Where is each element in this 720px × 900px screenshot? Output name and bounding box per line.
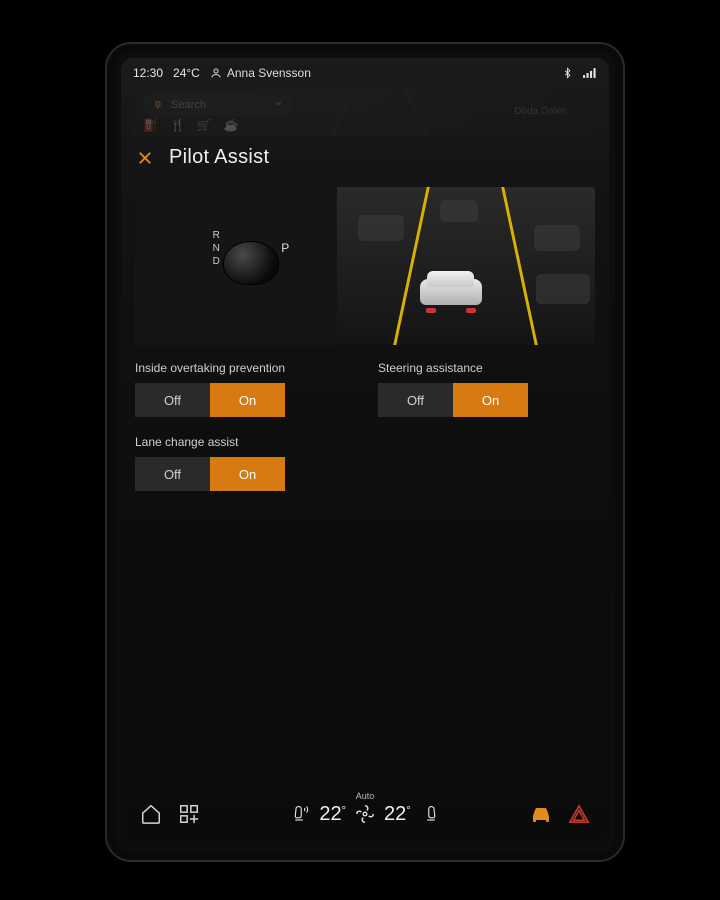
search-pill[interactable]: Search <box>143 94 293 116</box>
traffic-car <box>440 200 478 222</box>
map-poi-label: Döda Dalen <box>514 106 567 117</box>
profile-name: Anna Svensson <box>227 66 311 80</box>
bluetooth-icon <box>562 66 573 80</box>
traffic-car <box>536 274 590 304</box>
toggle-inside-overtaking-prevention[interactable]: Off On <box>135 383 285 417</box>
lane-scene <box>337 187 595 345</box>
toggle-on[interactable]: On <box>453 383 528 417</box>
toggle-on[interactable]: On <box>210 457 285 491</box>
title-row: Pilot Assist <box>121 140 609 179</box>
gear-n: N <box>209 242 223 255</box>
toggle-on[interactable]: On <box>210 383 285 417</box>
home-button[interactable] <box>137 803 165 825</box>
gear-selector-graphic: R N D P <box>135 187 337 345</box>
fuel-icon[interactable]: ⛽ <box>143 118 158 132</box>
setting-label: Lane change assist <box>135 435 352 449</box>
ego-car <box>420 279 482 323</box>
page-title: Pilot Assist <box>169 146 269 169</box>
fan-icon[interactable] <box>354 803 376 825</box>
hazard-button[interactable] <box>565 804 593 824</box>
profile-icon <box>210 67 222 79</box>
coffee-icon[interactable]: ☕ <box>224 118 239 132</box>
cart-icon[interactable]: 🛒 <box>197 118 212 132</box>
map-pin-icon <box>153 99 163 111</box>
setting-label: Inside overtaking prevention <box>135 361 352 375</box>
close-icon <box>136 149 154 167</box>
apps-icon <box>178 803 200 825</box>
status-bar: 12:30 24°C Anna Svensson <box>121 58 609 88</box>
gear-r: R <box>209 229 223 242</box>
traffic-car <box>358 215 404 241</box>
bottom-dock: Auto 22° 22° <box>121 788 609 846</box>
toggle-off[interactable]: Off <box>135 383 210 417</box>
gear-d: D <box>209 255 223 268</box>
left-temp[interactable]: 22° <box>319 803 346 826</box>
hazard-icon <box>568 804 590 824</box>
home-icon <box>140 803 162 825</box>
climate-control[interactable]: Auto 22° 22° <box>213 803 517 826</box>
search-placeholder: Search <box>171 99 206 111</box>
lane-marker-right <box>501 187 538 345</box>
status-temperature: 24°C <box>173 66 200 80</box>
seat-right-icon <box>419 803 437 825</box>
profile-selector[interactable]: Anna Svensson <box>210 66 311 80</box>
hero-illustration: R N D P <box>135 187 595 345</box>
settings-grid: Inside overtaking prevention Off On Stee… <box>121 361 609 491</box>
car-button[interactable] <box>527 804 555 824</box>
tablet-device: 12:30 24°C Anna Svensson <box>105 42 625 862</box>
status-time: 12:30 <box>133 66 163 80</box>
setting-label: Steering assistance <box>378 361 595 375</box>
traffic-car <box>534 225 580 251</box>
gear-p: P <box>281 241 289 255</box>
toggle-off[interactable]: Off <box>135 457 210 491</box>
right-temp[interactable]: 22° <box>384 803 411 826</box>
toggle-off[interactable]: Off <box>378 383 453 417</box>
toggle-lane-change-assist[interactable]: Off On <box>135 457 285 491</box>
setting-lane-change-assist: Lane change assist Off On <box>135 435 352 491</box>
toggle-steering-assistance[interactable]: Off On <box>378 383 528 417</box>
car-icon <box>529 804 553 824</box>
chevron-down-icon <box>274 99 283 111</box>
cell-signal-icon <box>583 67 597 79</box>
gear-knob-graphic <box>223 241 279 285</box>
food-icon[interactable]: 🍴 <box>170 118 185 132</box>
close-button[interactable] <box>135 148 155 168</box>
seat-left-icon <box>293 803 311 825</box>
setting-inside-overtaking-prevention: Inside overtaking prevention Off On <box>135 361 352 417</box>
apps-button[interactable] <box>175 803 203 825</box>
climate-mode-label: Auto <box>356 791 375 801</box>
map-background: Search ⛽ 🍴 🛒 ☕ Döda Dalen <box>133 88 597 136</box>
setting-steering-assistance: Steering assistance Off On <box>378 361 595 417</box>
screen: 12:30 24°C Anna Svensson <box>121 58 609 846</box>
